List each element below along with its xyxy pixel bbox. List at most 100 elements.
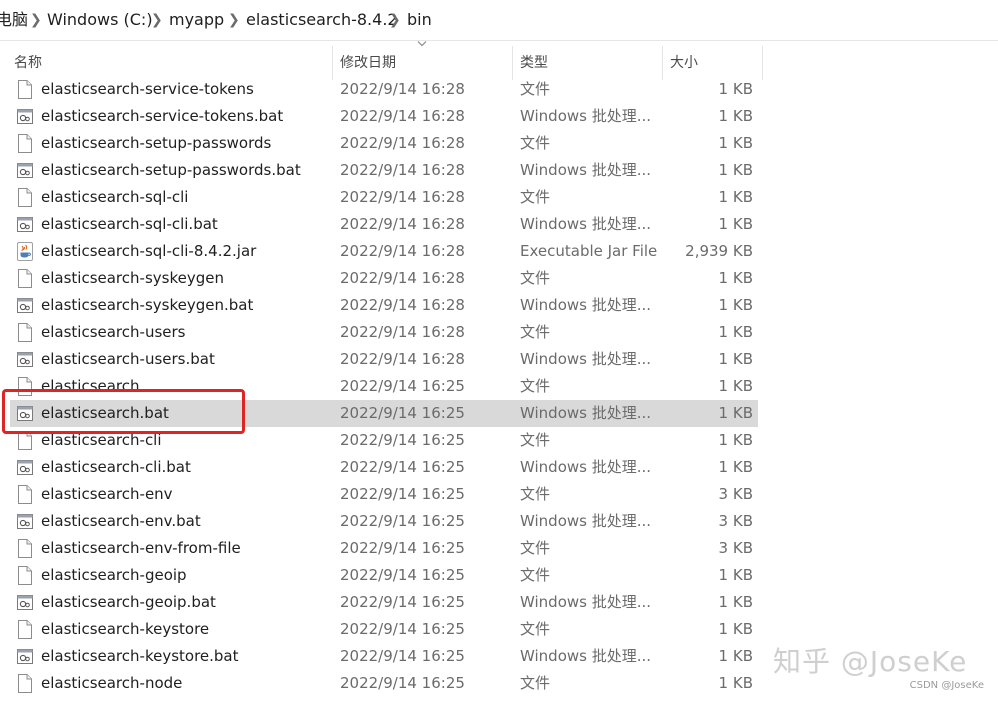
batch-file-icon	[17, 107, 33, 126]
file-icon	[17, 188, 33, 207]
file-modified-date: 2022/9/14 16:25	[340, 458, 465, 476]
file-icon	[17, 566, 33, 585]
file-row[interactable]: elasticsearch-cli.bat 2022/9/14 16:25 Wind…	[10, 454, 758, 481]
column-divider[interactable]	[512, 46, 513, 80]
file-size: 1 KB	[718, 215, 753, 233]
file-icon	[17, 80, 33, 99]
column-header: 名称 修改日期 类型 大小	[0, 44, 998, 80]
file-name: elasticsearch-sql-cli	[41, 188, 189, 206]
file-row[interactable]: elasticsearch-service-tokens.bat 2022/9/1…	[10, 103, 758, 130]
file-row[interactable]: elasticsearch-users 2022/9/14 16:28 文件 1 KB	[10, 319, 758, 346]
file-modified-date: 2022/9/14 16:25	[340, 485, 465, 503]
file-name: elasticsearch-setup-passwords.bat	[41, 161, 301, 179]
file-name: elasticsearch-sql-cli-8.4.2.jar	[41, 242, 257, 260]
file-type: 文件	[520, 323, 551, 341]
file-type: Windows 批处理...	[520, 458, 652, 476]
file-size: 1 KB	[718, 80, 753, 98]
file-modified-date: 2022/9/14 16:28	[340, 323, 465, 341]
credit-text: CSDN @JoseKe	[909, 680, 984, 691]
file-row[interactable]: elasticsearch-env 2022/9/14 16:25 文件 3 KB	[10, 481, 758, 508]
file-size: 2,939 KB	[685, 242, 753, 260]
file-size: 1 KB	[718, 566, 753, 584]
file-row[interactable]: elasticsearch-geoip.bat 2022/9/14 16:25 Wi…	[10, 589, 758, 616]
file-size: 1 KB	[718, 458, 753, 476]
file-name: elasticsearch-users.bat	[41, 350, 215, 368]
file-name: elasticsearch-env.bat	[41, 512, 201, 530]
batch-file-icon	[17, 593, 33, 612]
file-modified-date: 2022/9/14 16:25	[340, 647, 465, 665]
chevron-right-icon[interactable]: ❯	[389, 0, 401, 40]
breadcrumb-myapp[interactable]: myapp	[169, 0, 224, 40]
column-header-type[interactable]: 类型	[520, 44, 548, 80]
file-explorer-window: 电脑 ❯ Windows (C:) ❯ myapp ❯ elasticsearc…	[0, 0, 998, 701]
file-row[interactable]: elasticsearch-env.bat 2022/9/14 16:25 Wind…	[10, 508, 758, 535]
breadcrumb-bin[interactable]: bin	[407, 0, 432, 40]
file-row[interactable]: elasticsearch-sql-cli 2022/9/14 16:28 文件 1 …	[10, 184, 758, 211]
file-name: elasticsearch-sql-cli.bat	[41, 215, 218, 233]
file-icon	[17, 539, 33, 558]
column-header-date[interactable]: 修改日期	[340, 44, 396, 80]
file-size: 3 KB	[718, 512, 753, 530]
file-row[interactable]: elasticsearch-sql-cli.bat 2022/9/14 16:28…	[10, 211, 758, 238]
chevron-right-icon[interactable]: ❯	[228, 0, 240, 40]
watermark: 知乎 @JoseKe	[773, 645, 968, 678]
file-row[interactable]: elasticsearch-geoip 2022/9/14 16:25 文件 1 KB	[10, 562, 758, 589]
file-row[interactable]: elasticsearch-setup-passwords 2022/9/14 1…	[10, 130, 758, 157]
file-type: 文件	[520, 269, 551, 287]
file-modified-date: 2022/9/14 16:25	[340, 620, 465, 638]
file-modified-date: 2022/9/14 16:25	[340, 404, 465, 422]
breadcrumb-elasticsearch-folder[interactable]: elasticsearch-8.4.2	[246, 0, 398, 40]
file-name: elasticsearch-geoip.bat	[41, 593, 216, 611]
batch-file-icon	[17, 512, 33, 531]
file-modified-date: 2022/9/14 16:28	[340, 296, 465, 314]
file-size: 3 KB	[718, 539, 753, 557]
column-header-size[interactable]: 大小	[670, 44, 698, 80]
file-modified-date: 2022/9/14 16:28	[340, 350, 465, 368]
file-size: 1 KB	[718, 431, 753, 449]
sort-descending-icon	[417, 41, 427, 47]
address-bar[interactable]: 电脑 ❯ Windows (C:) ❯ myapp ❯ elasticsearc…	[0, 0, 998, 41]
batch-file-icon	[17, 350, 33, 369]
file-name: elasticsearch-keystore	[41, 620, 210, 638]
file-type: 文件	[520, 80, 551, 98]
file-row[interactable]: elasticsearch-env-from-file 2022/9/14 16:…	[10, 535, 758, 562]
file-size: 1 KB	[718, 350, 753, 368]
file-type: Windows 批处理...	[520, 215, 652, 233]
file-size: 1 KB	[718, 593, 753, 611]
batch-file-icon	[17, 458, 33, 477]
file-name: elasticsearch-cli.bat	[41, 458, 191, 476]
file-row[interactable]: elasticsearch-service-tokens 2022/9/14 16…	[10, 76, 758, 103]
file-size: 1 KB	[718, 323, 753, 341]
column-divider[interactable]	[762, 46, 763, 80]
file-row[interactable]: elasticsearch-users.bat 2022/9/14 16:28 Wi…	[10, 346, 758, 373]
java-jar-icon	[17, 242, 33, 261]
file-name: elasticsearch-keystore.bat	[41, 647, 239, 665]
file-row[interactable]: elasticsearch-keystore 2022/9/14 16:25 文件 1…	[10, 616, 758, 643]
file-row[interactable]: elasticsearch-sql-cli-8.4.2.jar 2022/9/14…	[10, 238, 758, 265]
breadcrumb-drive-c[interactable]: Windows (C:)	[47, 0, 153, 40]
file-row[interactable]: elasticsearch-syskeygen.bat 2022/9/14 16:…	[10, 292, 758, 319]
file-type: Windows 批处理...	[520, 404, 652, 422]
file-name: elasticsearch-node	[41, 674, 183, 692]
chevron-right-icon[interactable]: ❯	[151, 0, 163, 40]
file-size: 1 KB	[718, 296, 753, 314]
file-modified-date: 2022/9/14 16:28	[340, 107, 465, 125]
file-type: 文件	[520, 566, 551, 584]
chevron-right-icon[interactable]: ❯	[30, 0, 42, 40]
file-type: 文件	[520, 377, 551, 395]
file-size: 1 KB	[718, 188, 753, 206]
column-header-name[interactable]: 名称	[14, 44, 42, 80]
file-row[interactable]: elasticsearch-setup-passwords.bat 2022/9/…	[10, 157, 758, 184]
file-name: elasticsearch-setup-passwords	[41, 134, 272, 152]
file-type: Executable Jar File	[520, 242, 658, 260]
file-type: 文件	[520, 539, 551, 557]
file-type: Windows 批处理...	[520, 161, 652, 179]
column-divider[interactable]	[332, 46, 333, 80]
file-type: Windows 批处理...	[520, 350, 652, 368]
file-name: elasticsearch-syskeygen	[41, 269, 224, 287]
breadcrumb-this-pc[interactable]: 电脑	[0, 0, 28, 40]
file-row[interactable]: elasticsearch-keystore.bat 2022/9/14 16:2…	[10, 643, 758, 670]
file-row[interactable]: elasticsearch-syskeygen 2022/9/14 16:28 文件…	[10, 265, 758, 292]
file-row[interactable]: elasticsearch-node 2022/9/14 16:25 文件 1 KB	[10, 670, 758, 697]
column-divider[interactable]	[662, 46, 663, 80]
